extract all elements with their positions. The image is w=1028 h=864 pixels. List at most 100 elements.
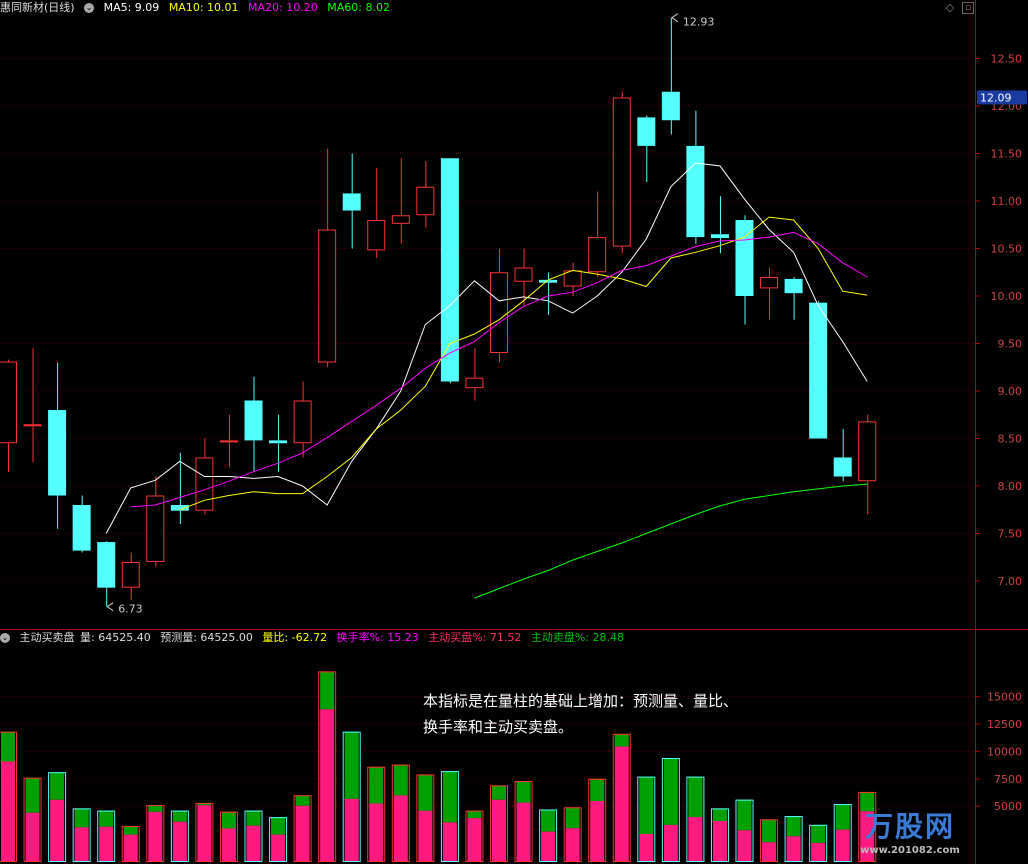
high-marker-arrow bbox=[671, 13, 679, 23]
volume-sell-segment bbox=[565, 807, 580, 829]
price-tick-label: 12.50 bbox=[991, 53, 1023, 66]
volume-sell-segment bbox=[320, 671, 335, 710]
volume-buy-segment bbox=[197, 805, 212, 861]
candle-body-down bbox=[686, 145, 705, 238]
volume-buy-segment bbox=[541, 831, 556, 861]
volume-sell-segment bbox=[74, 808, 89, 828]
diamond-icon[interactable]: ◇ bbox=[944, 2, 956, 14]
candle-body-down bbox=[440, 158, 459, 382]
volume-buy-segment bbox=[369, 803, 384, 861]
price-tick-label: 10.00 bbox=[991, 290, 1023, 303]
watermark-logo: 万股网 www.201082.com bbox=[820, 805, 1000, 856]
candle-body-up bbox=[391, 215, 410, 224]
ma5-line bbox=[105, 162, 868, 534]
candle-body-up bbox=[760, 277, 779, 289]
volume-sell-segment bbox=[688, 776, 703, 818]
volume-label: 量: 64525.40 bbox=[80, 631, 151, 644]
volume-tick-label: 15000 bbox=[987, 691, 1022, 704]
high-price-label: 12.93 bbox=[683, 16, 715, 29]
candle-body-down bbox=[269, 440, 288, 444]
volume-sell-segment bbox=[541, 809, 556, 832]
price-tick-label: 11.50 bbox=[991, 148, 1023, 161]
volume-buy-segment bbox=[246, 825, 261, 861]
volume-buy-segment bbox=[74, 827, 89, 861]
volume-buy-segment bbox=[320, 709, 335, 861]
volume-sell-segment bbox=[148, 805, 163, 812]
ma20-label: MA20: 10.20 bbox=[248, 1, 318, 14]
ma10-label: MA10: 10.01 bbox=[168, 1, 239, 14]
volume-buy-segment bbox=[639, 833, 654, 861]
volume-buy-segment bbox=[25, 812, 40, 861]
candle-body-down bbox=[784, 278, 803, 294]
candle-body-down bbox=[710, 234, 729, 239]
current-price-label: 12.09 bbox=[980, 91, 1012, 104]
volume-sell-segment bbox=[639, 776, 654, 834]
volume-buy-segment bbox=[786, 836, 801, 861]
collapse-circle-icon[interactable]: ⌄ bbox=[84, 3, 95, 13]
price-tick-label: 7.00 bbox=[998, 575, 1023, 588]
candle-body-down bbox=[833, 457, 852, 477]
ma60-label: MA60: 8.02 bbox=[327, 1, 390, 14]
volume-panel-header: ⌄ 主动买卖盘 量: 64525.40 预测量: 64525.00 量比: -6… bbox=[0, 630, 630, 646]
volume-sell-segment bbox=[786, 816, 801, 837]
low-price-label: 6.73 bbox=[118, 603, 143, 616]
volume-buy-segment bbox=[467, 818, 482, 861]
volume-sell-segment bbox=[762, 819, 777, 843]
candle-body-up bbox=[0, 361, 17, 444]
volume-buy-segment bbox=[492, 799, 506, 861]
volume-buy-segment bbox=[565, 828, 580, 861]
stock-name: 惠同新材(日线) bbox=[0, 1, 75, 14]
volume-buy-segment bbox=[221, 828, 236, 861]
volume-buy-segment bbox=[762, 842, 777, 861]
indicator-description: 本指标是在量柱的基础上增加：预测量、量比、 换手率和主动买卖盘。 bbox=[423, 688, 843, 740]
volume-buy-segment bbox=[663, 824, 678, 861]
volume-buy-segment bbox=[1, 761, 15, 861]
volume-tick-label: 7500 bbox=[994, 773, 1022, 786]
candle-body-down bbox=[244, 400, 263, 441]
volume-buy-segment bbox=[418, 810, 433, 861]
candle-body-down bbox=[661, 91, 680, 121]
candle-body-down bbox=[97, 542, 116, 588]
volume-sell-segment bbox=[123, 825, 138, 835]
turnover-label: 换手率%: 15.23 bbox=[336, 631, 419, 644]
description-line-2: 换手率和主动买卖盘。 bbox=[423, 718, 574, 736]
predicted-volume-label: 预测量: 64525.00 bbox=[160, 631, 253, 644]
volume-buy-segment bbox=[271, 834, 286, 861]
volume-sell-segment bbox=[172, 810, 187, 822]
volume-buy-segment bbox=[172, 821, 187, 861]
price-tick-label: 7.50 bbox=[998, 528, 1023, 541]
low-marker-arrow bbox=[106, 602, 114, 612]
volume-sell-segment bbox=[418, 774, 433, 811]
volume-sell-segment bbox=[590, 778, 605, 801]
volume-tick-label: 12500 bbox=[987, 718, 1022, 731]
price-tick-label: 9.00 bbox=[998, 385, 1023, 398]
price-tick-label: 10.50 bbox=[991, 243, 1023, 256]
volume-buy-segment bbox=[712, 821, 727, 861]
volume-sell-segment bbox=[50, 772, 65, 800]
price-tick-label: 8.50 bbox=[998, 433, 1023, 446]
watermark-url: www.201082.com bbox=[860, 845, 960, 856]
volume-sell-segment bbox=[712, 808, 727, 822]
candle-body-down bbox=[637, 117, 656, 146]
volume-tick-label: 10000 bbox=[987, 745, 1022, 758]
volume-sell-segment bbox=[25, 777, 40, 813]
active-buy-label: 主动买盘%: 71.52 bbox=[428, 631, 522, 644]
candle-body-up bbox=[416, 186, 435, 216]
volume-sell-segment bbox=[516, 780, 531, 803]
volume-sell-segment bbox=[1, 731, 15, 762]
candle-body-down bbox=[342, 193, 361, 211]
volume-buy-segment bbox=[442, 822, 457, 861]
collapse-circle-icon[interactable]: ⌄ bbox=[0, 633, 10, 643]
expand-icon[interactable]: ▫ bbox=[962, 2, 974, 14]
candle-body-up bbox=[367, 220, 386, 251]
candle-body-up bbox=[612, 97, 631, 247]
volume-buy-segment bbox=[516, 802, 531, 861]
volume-buy-segment bbox=[99, 826, 114, 861]
candle-body-up bbox=[219, 440, 238, 443]
volume-buy-segment bbox=[614, 746, 629, 861]
price-tick-label: 11.00 bbox=[991, 195, 1023, 208]
volume-sell-segment bbox=[442, 771, 457, 823]
volume-buy-segment bbox=[737, 830, 752, 861]
candle-body-up bbox=[23, 424, 42, 427]
volume-sell-segment bbox=[467, 810, 482, 819]
